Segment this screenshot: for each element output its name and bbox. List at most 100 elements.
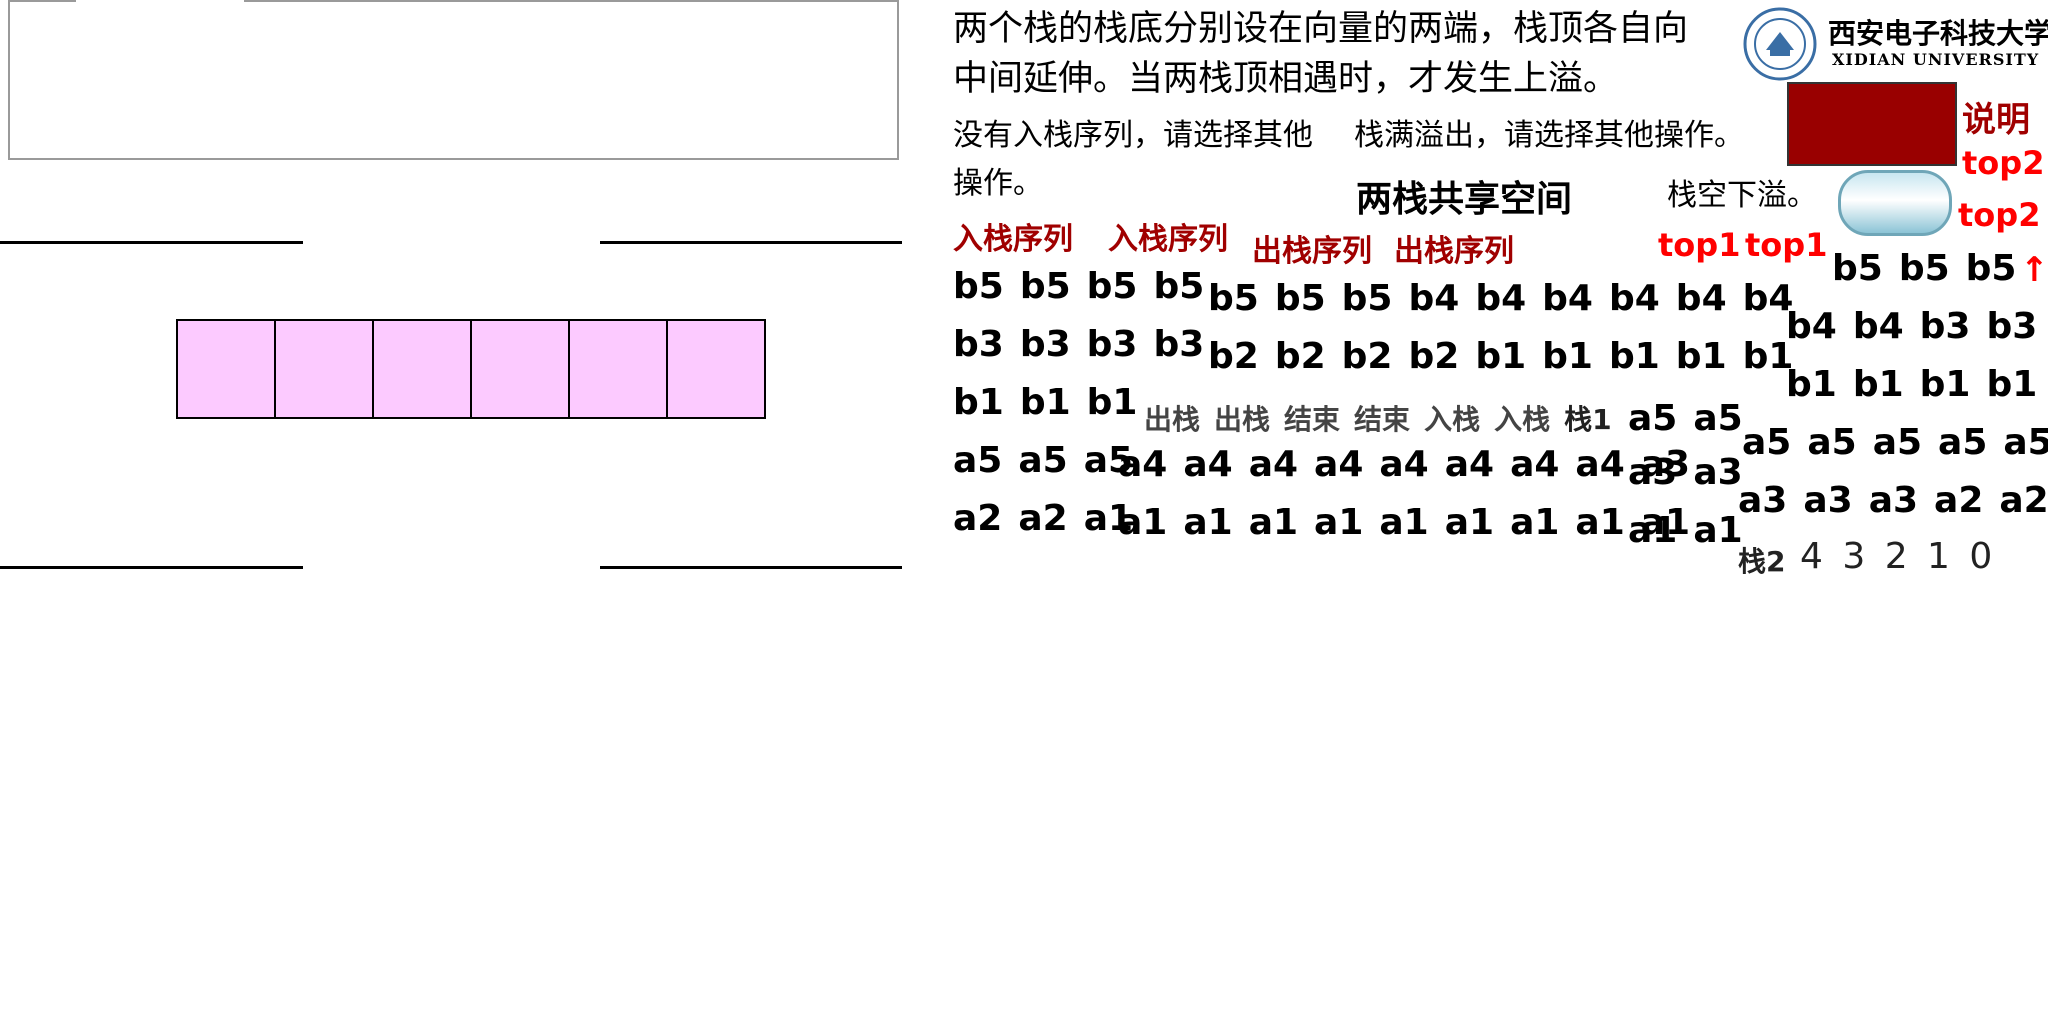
shared-vector [176,319,766,419]
g3-row1: b5 b5 b5 [1832,248,2032,289]
list-item: a4 [1314,444,1364,485]
list-item: b4 [1675,278,1727,319]
no-push-seq-msg-line2: 操作。 [953,166,1043,201]
list-item: a1 [1693,510,1743,551]
push-sequence-label-2: 入栈序列 [1108,222,1228,257]
list-item: a3 [1738,480,1788,521]
top1-pointer-b: top1 [1745,226,1828,264]
list-item: b1 [1608,336,1660,377]
stack-empty-msg: 栈空下溢。 [1667,178,1817,213]
description: 两个栈的栈底分别设在向量的两端，栈顶各自向 中间延伸。当两栈顶相遇时，才发生上溢… [953,4,1688,104]
list-item: b5 [1208,278,1259,319]
list-item: b2 [1341,336,1393,377]
push-button-1[interactable]: 入栈 [1424,403,1480,436]
list-item: a4 [1118,444,1168,485]
g1-row2: b3 b3 b3 b3 [953,324,1220,365]
list-item: a4 [1183,444,1233,485]
stack2-label: 栈2 [1738,545,1786,578]
list-item: b5 [1341,278,1393,319]
list-item: b5 [1019,266,1071,307]
g1-row3: b1 b1 b1 [953,382,1153,423]
push-button-2[interactable]: 入栈 [1494,403,1550,436]
list-item: b3 [1086,324,1138,365]
list-item: b5 [1153,266,1205,307]
list-item: b1 [1086,382,1138,423]
list-item: a4 [1510,444,1560,485]
g2-row2: b2 b2 b2 b2 b1 b1 b1 b1 b1 [1208,336,1809,377]
list-item: b5 [1898,248,1950,289]
university-logo: 西安电子科技大学 XIDIAN UNIVERSITY [1742,6,2048,82]
list-item: a2 [953,498,1003,539]
panel-gap [76,0,244,3]
top1-pointer-a: top1 [1658,226,1741,264]
g3-row4: a5 a5 a5 a5 a5 [1742,422,2048,463]
g3-row3: b1 b1 b1 b1 [1786,364,2048,405]
end-button-2[interactable]: 结束 [1354,403,1410,436]
list-item: b1 [1852,364,1904,405]
list-item: a1 [1628,510,1678,551]
action-pill-button[interactable] [1838,170,1952,236]
vector-cell [274,319,374,419]
divider-top-left [0,241,303,244]
list-item: a2 [1999,480,2048,521]
list-item: b1 [953,382,1004,423]
logo-en-text: XIDIAN UNIVERSITY [1832,50,2040,69]
g2-row5: a1 a1 a1 a1 a1 a1 a1 a1 a1 [1118,502,1706,543]
list-item: a5 [1742,422,1792,463]
vector-cell [470,319,570,419]
list-item: b5 [1965,248,2017,289]
list-item: a5 [1628,398,1678,439]
pop-button-1[interactable]: 出栈 [1144,403,1200,436]
pop-button-2[interactable]: 出栈 [1214,403,1270,436]
page-title: 两栈共享空间 [1356,179,1573,220]
no-push-seq-msg: 没有入栈序列，请选择其他 操作。 [953,112,1313,208]
list-item: a1 [1248,502,1299,543]
list-item: b1 [1786,364,1837,405]
stack1-label: 栈1 [1564,403,1612,436]
vector-cell [372,319,472,419]
divider-bottom-right [600,566,902,569]
g2-row1: b5 b5 b5 b4 b4 b4 b4 b4 b4 [1208,278,1809,319]
list-item: b1 [1986,364,2038,405]
list-item: b4 [1475,278,1527,319]
g2-row3b: a5 a5 [1628,398,1759,439]
list-item: b3 [1153,324,1205,365]
list-item: a1 [1118,502,1168,543]
list-item: a5 [953,440,1003,481]
list-item: a5 [1693,398,1743,439]
g1-row1: b5 b5 b5 b5 [953,266,1220,307]
list-item: b1 [1475,336,1527,377]
top2-pointer-a: top2 [1962,144,2045,182]
list-item: b1 [1919,364,1971,405]
vector-cell [176,319,276,419]
g3-row2: b4 b4 b3 b3 [1786,306,2048,347]
list-item: a3 [1803,480,1853,521]
list-item: b2 [1274,336,1326,377]
list-item: a3 [1628,452,1678,493]
list-item: b3 [1986,306,2038,347]
top2-pointer-b: top2 [1958,196,2041,234]
list-item: b5 [1086,266,1138,307]
no-push-seq-msg-line1: 没有入栈序列，请选择其他 [953,118,1313,153]
list-item: a1 [1575,502,1625,543]
list-item: a5 [1872,422,1923,463]
list-item: a4 [1575,444,1625,485]
list-item: a5 [1807,422,1857,463]
end-button-1[interactable]: 结束 [1284,403,1340,436]
list-item: a1 [1444,502,1495,543]
stack-full-msg: 栈满溢出，请选择其他操作。 [1354,118,1744,153]
explain-button[interactable] [1787,82,1957,166]
list-item: a4 [1248,444,1299,485]
list-item: b4 [1608,278,1660,319]
list-item: b1 [1542,336,1593,377]
list-item: a3 [1868,480,1919,521]
list-item: a4 [1444,444,1495,485]
list-item: b3 [1919,306,1971,347]
logo-cn-text: 西安电子科技大学 [1828,17,2048,50]
divider-bottom-left [0,566,303,569]
g3-row5: a3a3a3a2a25 [1738,480,2048,521]
vector-cell [666,319,766,419]
list-item: a5 [2003,422,2048,463]
explain-label: 说明 [1962,100,2030,140]
description-line2: 中间延伸。当两栈顶相遇时，才发生上溢。 [953,59,1619,99]
